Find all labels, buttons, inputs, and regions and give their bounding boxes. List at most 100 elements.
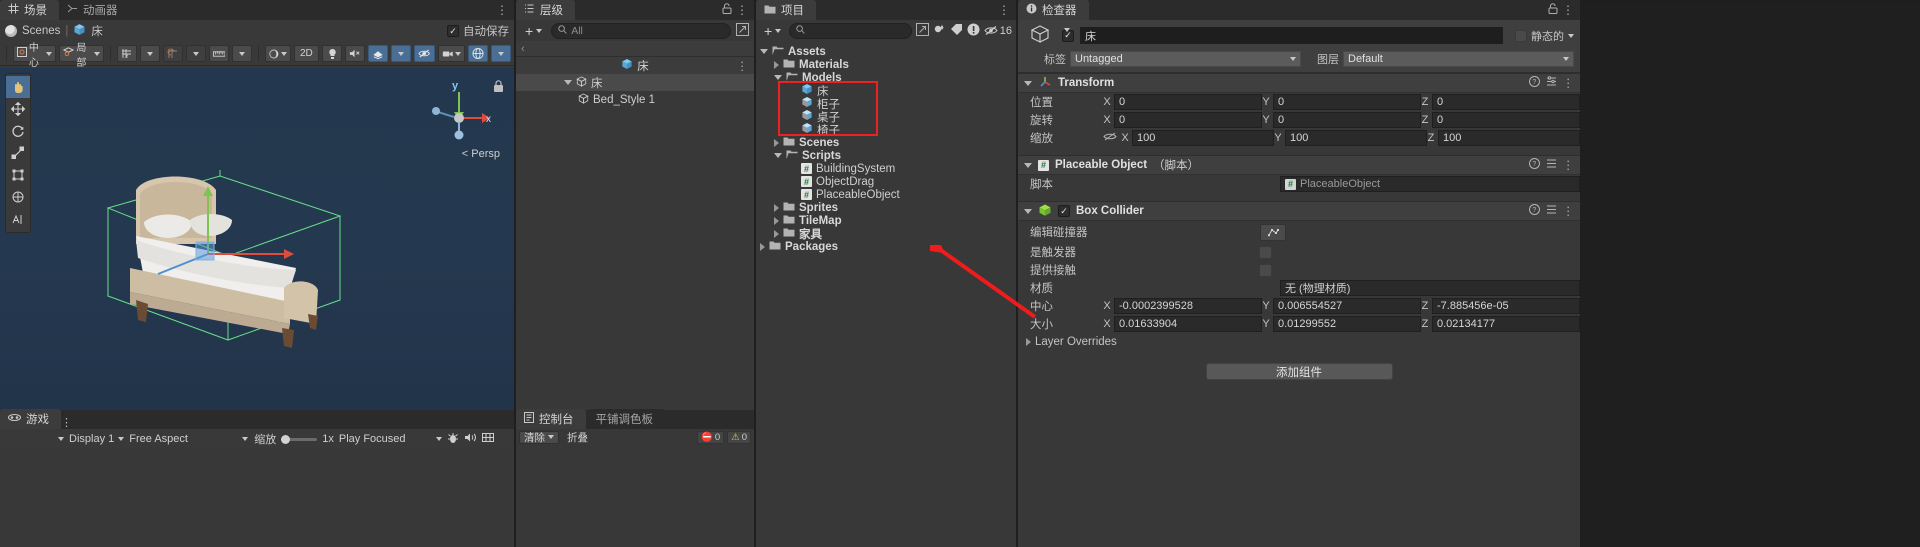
static-checkbox[interactable] [1515, 29, 1527, 42]
size-x[interactable]: X 0.01633904 [1103, 316, 1262, 332]
scene-light-toggle[interactable] [322, 45, 343, 62]
center-z-field[interactable]: -7.885456e-05 [1432, 298, 1580, 314]
project-add-button[interactable]: + [760, 23, 785, 39]
hierarchy-search-expand-icon[interactable] [736, 22, 749, 39]
transform-component-header[interactable]: Transform ? ⋮ [1018, 73, 1580, 93]
preset-icon[interactable] [1546, 158, 1557, 172]
scale-x[interactable]: X 100 [1121, 130, 1274, 146]
position-y[interactable]: Y0 [1262, 94, 1421, 110]
center-x[interactable]: X -0.0002399528 [1103, 298, 1262, 314]
project-warning-icon[interactable] [967, 23, 980, 39]
scene-camera-button[interactable] [437, 45, 466, 62]
game-stats-icon[interactable] [447, 432, 459, 447]
chevron-down-icon[interactable] [564, 80, 572, 85]
zoom-slider-knob[interactable] [281, 434, 291, 444]
project-tree-item[interactable]: 柜子 [756, 97, 1016, 111]
hand-tool-icon[interactable] [6, 76, 30, 98]
custom-tool-icon[interactable] [6, 208, 30, 230]
grid-snap-dropdown[interactable] [139, 45, 160, 62]
game-menu-icon[interactable]: ⋮ [61, 416, 72, 429]
console-collapse-button[interactable]: 折叠 [563, 429, 592, 445]
project-tree-item[interactable]: Sprites [756, 201, 1016, 214]
chevron-right-icon[interactable] [774, 60, 779, 69]
hierarchy-item-bed[interactable]: 床 [516, 74, 754, 91]
chevron-down-icon[interactable] [774, 153, 782, 158]
vertex-snap-button[interactable] [162, 45, 183, 62]
project-menu-icon[interactable]: ⋮ [998, 3, 1010, 17]
project-favorite-icon[interactable] [933, 23, 946, 39]
scale-z-field[interactable]: 100 [1438, 130, 1580, 146]
breadcrumb-scenes[interactable]: Scenes [22, 25, 60, 37]
game-aspect-select[interactable]: Free Aspect [129, 433, 249, 445]
console-warning-badge[interactable]: ⚠ 0 [727, 430, 751, 444]
rotation-y[interactable]: Y0 [1262, 112, 1421, 128]
toggle-2d-button[interactable]: 2D [293, 45, 320, 62]
project-tree-item[interactable]: Packages [756, 240, 1016, 253]
preset-icon[interactable] [1546, 76, 1557, 90]
chevron-right-icon[interactable] [1026, 338, 1031, 346]
project-label-icon[interactable] [950, 23, 963, 38]
scene-lock-icon[interactable] [493, 80, 504, 96]
rotate-tool-icon[interactable] [6, 120, 30, 142]
size-y-field[interactable]: 0.01299552 [1273, 316, 1421, 332]
chevron-right-icon[interactable] [774, 216, 779, 225]
tab-inspector[interactable]: 检查器 [1018, 0, 1089, 20]
component-menu-icon[interactable]: ⋮ [1563, 204, 1575, 218]
material-object-field[interactable]: 无 (物理材质) [1280, 280, 1580, 296]
scene-gizmos-dropdown[interactable] [491, 45, 512, 62]
tab-game[interactable]: 游戏 [0, 409, 61, 429]
collider-component-header[interactable]: ✓ Box Collider ? ⋮ [1018, 201, 1580, 221]
project-tree-item[interactable]: Assets [756, 45, 1016, 58]
size-z[interactable]: Z 0.02134177 [1421, 316, 1580, 332]
tab-project[interactable]: 项目 [756, 0, 816, 20]
position-z[interactable]: Z0 [1421, 94, 1580, 110]
game-display-select[interactable]: Display 1 [69, 433, 125, 445]
console-clear-button[interactable]: 清除 [519, 430, 559, 444]
scene-menu-icon[interactable]: ⋮ [496, 3, 508, 17]
project-tree-item[interactable]: # PlaceableObject [756, 188, 1016, 201]
center-x-field[interactable]: -0.0002399528 [1114, 298, 1262, 314]
collider-enabled-checkbox[interactable]: ✓ [1058, 205, 1070, 217]
rect-tool-icon[interactable] [6, 164, 30, 186]
component-menu-icon[interactable]: ⋮ [1563, 76, 1575, 90]
scale-x-field[interactable]: 100 [1132, 130, 1274, 146]
project-tree-item[interactable]: # ObjectDrag [756, 175, 1016, 188]
scene-visibility-button[interactable] [414, 45, 435, 62]
scene-viewport[interactable]: y x < Persp [0, 68, 514, 410]
chevron-down-icon[interactable] [1024, 80, 1032, 86]
ruler-button[interactable] [208, 45, 230, 62]
static-toggle[interactable]: 静态的 [1515, 28, 1574, 44]
console-error-badge[interactable]: ⛔ 0 [697, 430, 725, 444]
center-z[interactable]: Z -7.885456e-05 [1421, 298, 1580, 314]
scale-y-field[interactable]: 100 [1285, 130, 1427, 146]
chevron-down-icon[interactable] [774, 75, 782, 80]
pivot-mode-button[interactable]: 中心 [12, 43, 57, 69]
rotation-z[interactable]: Z0 [1421, 112, 1580, 128]
rotation-x-field[interactable]: 0 [1114, 112, 1262, 128]
size-y[interactable]: Y 0.01299552 [1262, 316, 1421, 332]
hierarchy-search-input[interactable]: All [551, 22, 731, 39]
add-component-button[interactable]: 添加组件 [1205, 363, 1393, 380]
hierarchy-item-bedstyle1[interactable]: Bed_Style 1 [516, 91, 754, 108]
scene-audio-toggle[interactable] [345, 45, 366, 62]
placeable-component-header[interactable]: # Placeable Object （脚本） ? ⋮ [1018, 155, 1580, 175]
project-search-input[interactable] [789, 22, 912, 39]
hierarchy-back-bar[interactable]: ‹ [516, 41, 754, 57]
position-x[interactable]: X0 [1103, 94, 1262, 110]
transform-tool-icon[interactable] [6, 186, 30, 208]
game-mute-icon[interactable] [464, 432, 477, 446]
project-tree-item[interactable]: # BuildingSystem [756, 162, 1016, 175]
help-icon[interactable]: ? [1528, 158, 1540, 172]
component-menu-icon[interactable]: ⋮ [1563, 158, 1575, 172]
inspector-lock-icon[interactable] [1548, 3, 1558, 17]
tab-animator[interactable]: 动画器 [59, 0, 130, 20]
chevron-down-icon[interactable] [1064, 28, 1070, 44]
chevron-right-icon[interactable] [760, 242, 765, 251]
project-hidden-count[interactable]: 16 [984, 25, 1012, 37]
center-y-field[interactable]: 0.006554527 [1273, 298, 1421, 314]
position-x-field[interactable]: 0 [1114, 94, 1262, 110]
chevron-right-icon[interactable] [774, 203, 779, 212]
script-object-field[interactable]: # PlaceableObject [1280, 176, 1580, 192]
scene-perspective-label[interactable]: < Persp [462, 148, 500, 160]
collider-layer-overrides-row[interactable]: Layer Overrides [1018, 333, 1580, 351]
